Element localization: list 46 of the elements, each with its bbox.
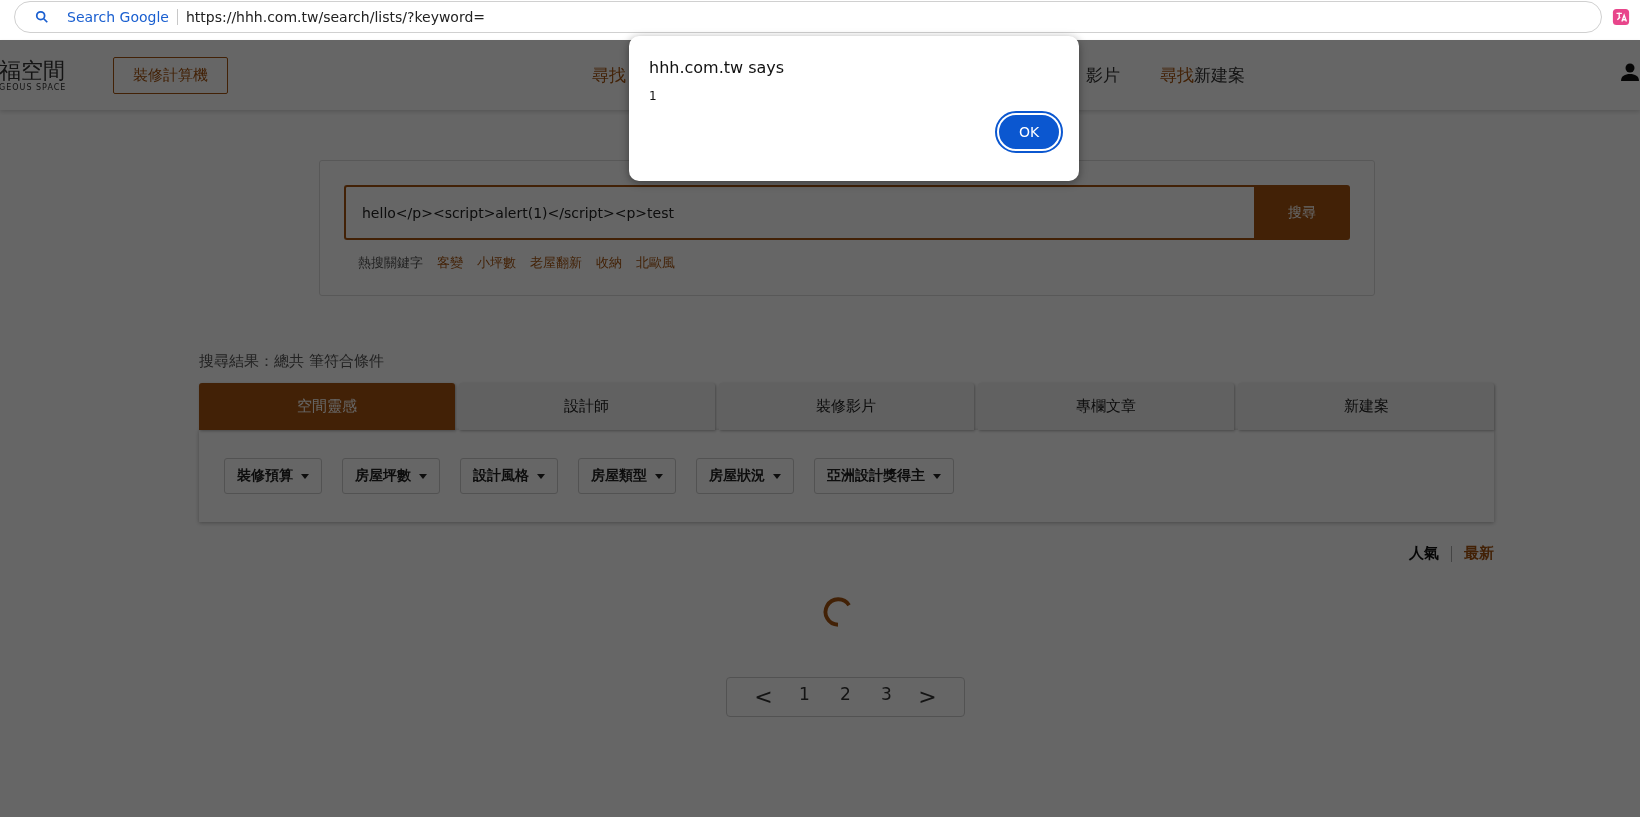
caret-icon <box>537 473 545 479</box>
next-page-link[interactable]: > <box>913 684 942 710</box>
nav-link[interactable]: 尋找新建案 <box>1160 63 1245 87</box>
caret-icon <box>301 473 309 479</box>
nav-link[interactable]: 影片 <box>1086 63 1120 87</box>
category-tab[interactable]: 專欄文章 <box>978 383 1235 430</box>
filter-dropdown[interactable]: 房屋狀況 <box>696 458 794 494</box>
caret-icon <box>655 473 663 479</box>
ok-button[interactable]: OK <box>997 113 1061 151</box>
nav-link[interactable]: 尋找 <box>592 63 626 87</box>
search-button[interactable]: 搜尋 <box>1254 185 1350 240</box>
result-summary: 搜尋結果：總共 筆符合條件 <box>199 352 385 371</box>
logo-subtitle: GEOUS SPACE <box>0 82 68 92</box>
caret-icon <box>933 473 941 479</box>
keyword-link[interactable]: 客變 <box>437 254 463 272</box>
category-tab[interactable]: 空間靈感 <box>199 383 455 430</box>
calculator-button[interactable]: 裝修計算機 <box>113 56 228 94</box>
hot-keywords-label: 熱搜關鍵字 <box>358 254 423 272</box>
page-link[interactable]: 3 <box>872 684 901 710</box>
keyword-link[interactable]: 小坪數 <box>477 254 516 272</box>
keyword-link[interactable]: 北歐風 <box>636 254 675 272</box>
filter-dropdown[interactable]: 房屋坪數 <box>342 458 440 494</box>
search-field[interactable]: hello</p><script>alert(1)</script><p>test <box>344 185 1254 240</box>
category-tab[interactable]: 新建案 <box>1238 383 1494 430</box>
previous-page-link[interactable]: < <box>749 684 778 710</box>
keyword-link[interactable]: 老屋翻新 <box>530 254 582 272</box>
caret-icon <box>773 473 781 479</box>
page-link[interactable]: 1 <box>790 684 819 710</box>
user-icon[interactable] <box>1620 62 1640 82</box>
search-icon <box>35 10 49 24</box>
category-tab[interactable]: 設計師 <box>458 383 715 430</box>
translate-icon[interactable] <box>1612 8 1630 26</box>
sort-option[interactable]: 人氣 <box>1409 544 1439 563</box>
dialog-message: 1 <box>649 89 658 103</box>
category-tab[interactable]: 裝修影片 <box>718 383 975 430</box>
filter-dropdown[interactable]: 房屋類型 <box>578 458 676 494</box>
caret-icon <box>419 473 427 479</box>
url-text: https://hhh.com.tw/search/lists/?keyword= <box>185 9 486 25</box>
filter-dropdown[interactable]: 裝修預算 <box>224 458 322 494</box>
filter-dropdown[interactable]: 設計風格 <box>460 458 558 494</box>
page-link[interactable]: 2 <box>831 684 860 710</box>
search-engine-label: Search Google <box>67 9 178 25</box>
sort-option[interactable]: 最新 <box>1464 544 1494 563</box>
filter-dropdown[interactable]: 亞洲設計獎得主 <box>814 458 954 494</box>
keyword-link[interactable]: 收納 <box>596 254 622 272</box>
dialog-title: hhh.com.tw says <box>649 58 786 77</box>
